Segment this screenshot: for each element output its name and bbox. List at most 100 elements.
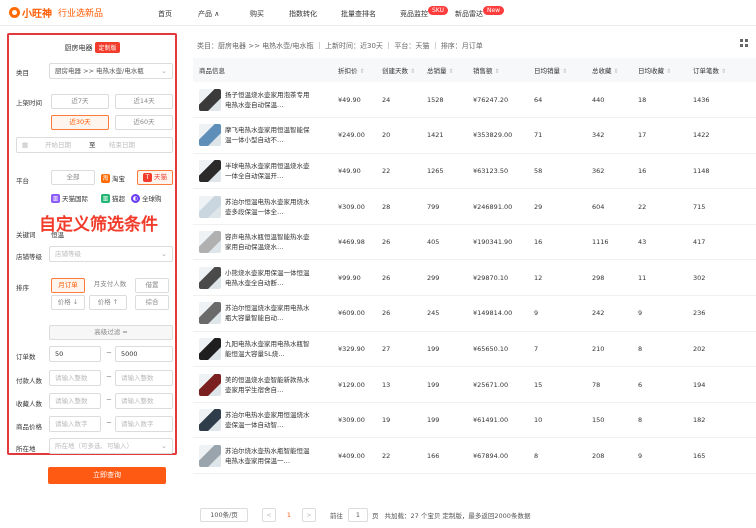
- page-size-select[interactable]: 100条/页: [200, 508, 248, 522]
- product-cell[interactable]: 半球电热水壶家用恒温烧水壶一体全自动保温开…: [193, 153, 332, 190]
- table-row[interactable]: 苏泊尔恒温烧水壶家用电热水瓶大容量智能自动… ¥609.00 26 245 ¥14981…: [193, 295, 756, 332]
- time-7d-button[interactable]: 近7天: [51, 94, 109, 109]
- table-row[interactable]: 摩飞电热水壶家用恒温智能保温一体小型自动不… ¥249.00 20 1421 ¥3538…: [193, 117, 756, 154]
- time-30d-button[interactable]: 近30天: [51, 115, 109, 130]
- col-daily-sales[interactable]: 日均销量 ⇕: [528, 58, 586, 82]
- product-title[interactable]: 小熊烧水壶家用保温一体恒温电热水壶全自动断…: [225, 268, 311, 288]
- product-thumbnail[interactable]: [199, 195, 221, 218]
- time-60d-button[interactable]: 近60天: [115, 115, 173, 130]
- product-cell[interactable]: 苏泊尔电热水壶家用恒温烧水壶保温一体自动智…: [193, 402, 332, 439]
- product-title[interactable]: 美的恒温烧水壶智能新款热水壶家用学生宿舍自…: [225, 375, 311, 395]
- product-cell[interactable]: 摩飞电热水壶家用恒温智能保温一体小型自动不…: [193, 117, 332, 154]
- platform-taobao[interactable]: 淘淘宝: [101, 173, 125, 183]
- cell-dfav: 11: [632, 259, 687, 297]
- keyword-value[interactable]: 恒温: [51, 229, 64, 239]
- query-button[interactable]: 立即查询: [48, 467, 166, 484]
- sort-price-desc[interactable]: 价格 ↓: [51, 295, 85, 310]
- product-cell[interactable]: 苏泊尔恒温电热水壶家用烧水壶多段保温一体全…: [193, 188, 332, 225]
- product-thumbnail[interactable]: [199, 231, 221, 254]
- product-title[interactable]: 苏泊尔电热水壶家用恒温烧水壶保温一体自动智…: [225, 410, 311, 430]
- product-thumbnail[interactable]: [199, 373, 221, 396]
- prev-page-button[interactable]: <: [262, 508, 276, 522]
- platform-tmall-intl[interactable]: ▥ 天猫国际: [51, 193, 88, 203]
- product-thumbnail[interactable]: [199, 159, 221, 182]
- location-select[interactable]: 所在地（可多选、可输入） ⌄: [49, 438, 173, 454]
- product-cell[interactable]: 苏泊尔烧水壶热水瓶智能恒温电热水壶家用保温一…: [193, 437, 332, 475]
- col-order-count[interactable]: 订单笔数 ⇕: [687, 58, 756, 82]
- nav-new-radar[interactable]: 新品雷达 New: [455, 6, 505, 19]
- product-title[interactable]: 九阳电热水壶家用电热水瓶智能恒温大容量5L烧…: [225, 339, 311, 359]
- table-row[interactable]: 小熊烧水壶家用保温一体恒温电热水壶全自动断… ¥99.90 26 299 ¥29870.…: [193, 259, 756, 297]
- time-14d-button[interactable]: 近14天: [115, 94, 173, 109]
- table-row[interactable]: 九阳电热水壶家用电热水瓶智能恒温大容量5L烧… ¥329.90 27 199 ¥6565…: [193, 331, 756, 368]
- product-cell[interactable]: 容声电热水瓶恒温智能热水壶家用自动保温烧水…: [193, 224, 332, 261]
- next-page-button[interactable]: >: [302, 508, 316, 522]
- grid-view-icon[interactable]: [740, 39, 749, 48]
- col-daily-favorites[interactable]: 日均收藏 ⇕: [632, 58, 687, 82]
- orders-max-input[interactable]: 5000: [115, 346, 173, 362]
- product-title[interactable]: 容声电热水瓶恒温智能热水壶家用自动保温烧水…: [225, 232, 311, 252]
- sort-monthly-orders[interactable]: 月订单: [51, 278, 85, 293]
- current-page[interactable]: 1: [282, 508, 296, 522]
- product-title[interactable]: 苏泊尔恒温烧水壶家用电热水瓶大容量智能自动…: [225, 303, 311, 323]
- product-thumbnail[interactable]: [199, 409, 221, 432]
- product-thumbnail[interactable]: [199, 88, 221, 111]
- product-title[interactable]: 半球电热水壶家用恒温烧水壶一体全自动保温开…: [225, 161, 311, 181]
- payers-max-input[interactable]: 请输入整数: [115, 370, 173, 386]
- goto-input[interactable]: 1: [348, 508, 368, 522]
- nav-competitor-monitor[interactable]: 竞品监控 SKU: [400, 6, 448, 19]
- nav-index-convert[interactable]: 指数转化: [289, 9, 317, 19]
- product-cell[interactable]: 美的恒温烧水壶智能新款热水壶家用学生宿舍自…: [193, 366, 332, 403]
- platform-global[interactable]: ◐ 全球购: [131, 193, 162, 203]
- table-row[interactable]: 容声电热水瓶恒温智能热水壶家用自动保温烧水… ¥469.98 26 405 ¥19034…: [193, 224, 756, 261]
- cell-sales: ¥246891.00: [467, 188, 528, 225]
- col-created-days[interactable]: 创建天数 ⇕: [376, 58, 421, 82]
- table-row[interactable]: 苏泊尔电热水壶家用恒温烧水壶保温一体自动智… ¥309.00 19 199 ¥61491…: [193, 402, 756, 439]
- collect-min-input[interactable]: 请输入整数: [49, 393, 101, 409]
- table-row[interactable]: 扬子恒温烧水壶家用泡茶专用电热水壶自动保温… ¥49.90 24 1528 ¥76247…: [193, 82, 756, 119]
- table-row[interactable]: 美的恒温烧水壶智能新款热水壶家用学生宿舍自… ¥129.00 13 199 ¥25671…: [193, 366, 756, 403]
- category-select[interactable]: 厨房电器 >> 电热水壶/电水瓶 ⌄: [49, 63, 173, 79]
- collect-max-input[interactable]: 请输入整数: [115, 393, 173, 409]
- col-revenue[interactable]: 销售额 ⇕: [467, 58, 528, 82]
- product-thumbnail[interactable]: [199, 337, 221, 360]
- price-max-input[interactable]: 请输入数字: [115, 416, 173, 432]
- product-title[interactable]: 苏泊尔恒温电热水壶家用烧水壶多段保温一体全…: [225, 197, 311, 217]
- product-cell[interactable]: 小熊烧水壶家用保温一体恒温电热水壶全自动断…: [193, 259, 332, 297]
- product-title[interactable]: 摩飞电热水壶家用恒温智能保温一体小型自动不…: [225, 125, 311, 145]
- nav-product[interactable]: 产品 ∧: [198, 9, 219, 19]
- product-thumbnail[interactable]: [199, 124, 221, 147]
- product-title[interactable]: 扬子恒温烧水壶家用泡茶专用电热水壶自动保温…: [225, 90, 311, 110]
- table-row[interactable]: 半球电热水壶家用恒温烧水壶一体全自动保温开… ¥49.90 22 1265 ¥63123…: [193, 153, 756, 190]
- platform-maochao[interactable]: ▥ 猫超: [101, 193, 125, 203]
- platform-all-button[interactable]: 全部: [51, 170, 95, 185]
- product-cell[interactable]: 苏泊尔恒温烧水壶家用电热水瓶大容量智能自动…: [193, 295, 332, 332]
- cell-sales: ¥76247.20: [467, 82, 528, 119]
- payers-min-input[interactable]: 请输入整数: [49, 370, 101, 386]
- product-cell[interactable]: 九阳电热水壶家用电热水瓶智能恒温大容量5L烧…: [193, 331, 332, 368]
- product-title[interactable]: 苏泊尔烧水壶热水瓶智能恒温电热水壶家用保温一…: [225, 446, 311, 466]
- table-row[interactable]: 苏泊尔恒温电热水壶家用烧水壶多段保温一体全… ¥309.00 28 799 ¥24689…: [193, 188, 756, 225]
- sort-price-asc[interactable]: 价格 ↑: [89, 295, 127, 310]
- col-discount-price[interactable]: 折扣价 ⇕: [332, 58, 376, 82]
- sort-monthly-payers[interactable]: 月支付人数: [89, 278, 131, 293]
- logo[interactable]: 小旺神 行业选新品: [9, 5, 149, 20]
- advanced-filter-toggle[interactable]: 高级过滤 ≈: [49, 325, 173, 340]
- product-thumbnail[interactable]: [199, 444, 221, 467]
- nav-home[interactable]: 首页: [158, 9, 172, 19]
- product-thumbnail[interactable]: [199, 302, 221, 325]
- table-row[interactable]: 苏泊尔烧水壶热水瓶智能恒温电热水壶家用保温一… ¥409.00 22 166 ¥6789…: [193, 437, 756, 475]
- orders-min-input[interactable]: 50: [49, 346, 101, 362]
- col-total-sales[interactable]: 总销量 ⇕: [421, 58, 467, 82]
- nav-purchase[interactable]: 购买: [250, 9, 264, 19]
- sort-borrow[interactable]: 借置: [135, 278, 169, 293]
- col-total-favorites[interactable]: 总收藏 ⇕: [586, 58, 632, 82]
- product-thumbnail[interactable]: [199, 266, 221, 289]
- nav-batch-rank[interactable]: 批量查排名: [341, 9, 376, 19]
- platform-tmall-button[interactable]: T 天猫: [137, 170, 173, 185]
- date-range-picker[interactable]: ▦ 开始日期 至 结束日期: [16, 137, 173, 153]
- product-cell[interactable]: 扬子恒温烧水壶家用泡茶专用电热水壶自动保温…: [193, 82, 332, 119]
- price-min-input[interactable]: 请输入数字: [49, 416, 101, 432]
- shop-level-select[interactable]: 店铺等级 ⌄: [49, 246, 173, 262]
- sort-comprehensive[interactable]: 综合: [135, 295, 169, 310]
